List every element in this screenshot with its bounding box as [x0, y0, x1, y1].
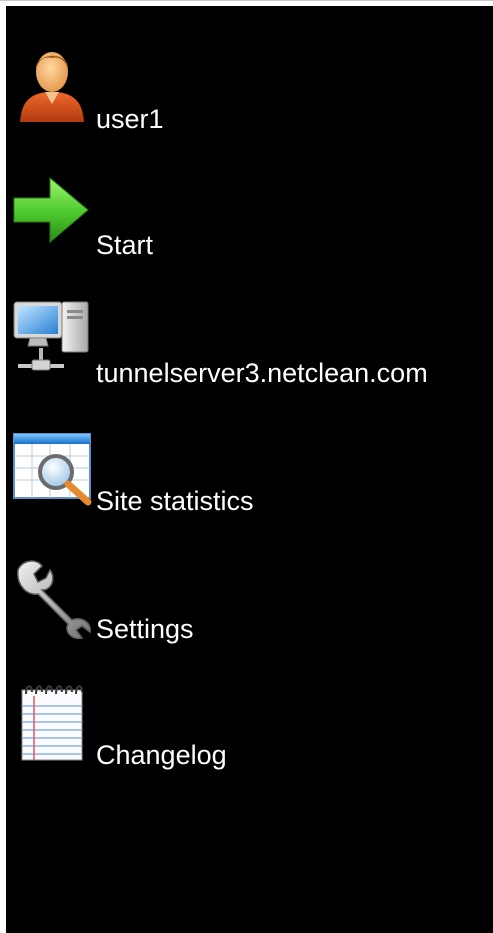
user-icon [12, 42, 92, 126]
menu-item-changelog[interactable]: Changelog [6, 682, 493, 782]
menu-item-user[interactable]: user1 [6, 42, 493, 142]
menu-item-label: user1 [96, 104, 164, 134]
menu-item-server[interactable]: tunnelserver3.netclean.com [6, 298, 493, 398]
statistics-search-icon [12, 428, 92, 508]
wrench-icon [12, 556, 92, 640]
menu-item-label: Start [96, 230, 154, 260]
menu-item-label: Settings [96, 614, 194, 644]
menu-item-start[interactable]: Start [6, 172, 493, 272]
notepad-icon [12, 682, 92, 762]
menu-item-label: tunnelserver3.netclean.com [96, 358, 428, 388]
computer-network-icon [12, 298, 92, 378]
arrow-right-icon [12, 172, 92, 252]
menu-item-label: Changelog [96, 740, 227, 770]
navigation-panel: user1 Start tunnelserver3.netclean.com S… [0, 0, 493, 933]
menu-item-site-statistics[interactable]: Site statistics [6, 428, 493, 528]
menu-item-settings[interactable]: Settings [6, 556, 493, 656]
menu-item-label: Site statistics [96, 486, 254, 516]
